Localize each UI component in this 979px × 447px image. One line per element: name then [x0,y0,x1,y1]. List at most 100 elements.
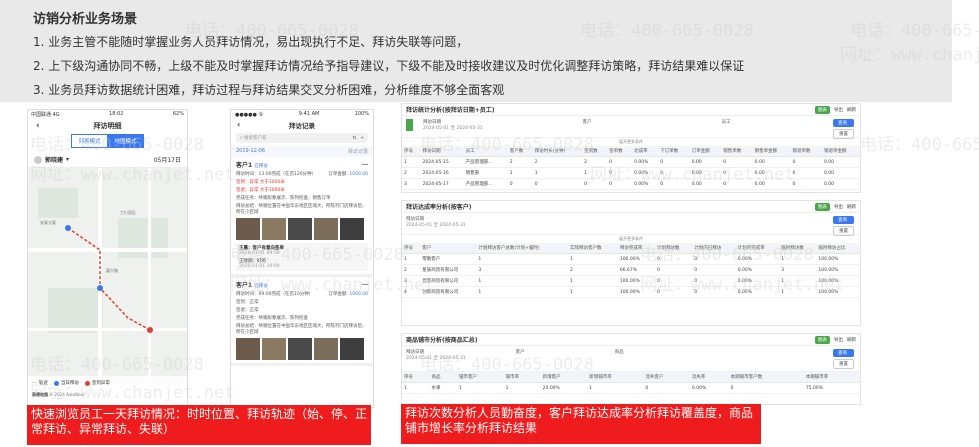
column-header[interactable]: 新增铺市率 [587,372,644,383]
search-button[interactable]: 查询 [833,216,854,224]
map-view[interactable]: 安泰大厦 工行园区 嘉兴路 [28,168,187,383]
table-cell: 1 [568,286,618,298]
export-button[interactable]: 导出 [834,337,843,343]
product-filter[interactable]: 商品 [615,349,624,355]
column-header[interactable]: 铺市客户 [457,372,504,383]
search-input[interactable]: ⌕ 搜索客户名 ⇅ + [236,133,368,143]
column-header[interactable]: 序号 [402,372,430,383]
column-header[interactable]: 销售单金额 [752,146,791,157]
table-row[interactable]: 2 2024-05-16 销售部 1 1 1 0 0.00% 0 0.00 0 0.00 0 0.00 [402,167,860,179]
column-header[interactable]: 新增客户 [540,372,588,383]
table-row[interactable]: 3 佳客商贸有限公司 1 1 100.00% 0 0 0.00% 1 100.00% [402,275,860,287]
refresh-button[interactable]: 刷新 [847,204,856,210]
table-row[interactable]: 4 创新商贸有限公司 1 1 100.00% 0 0 0.00% 1 100.00% [402,286,860,298]
employee-filter[interactable]: 员工 [722,119,731,125]
date-range-input[interactable]: 2024-05-01 至 2024-05-31 [406,355,466,361]
column-header[interactable]: 临时拜访数 [779,243,817,254]
user-row[interactable]: 郭晓建 ▾ 05月17日 [28,152,187,168]
map-legend: --- 轨迹 当日拜访 签到异常 [28,376,187,390]
table-cell: 66.67% [617,264,656,276]
mode-tabs: 列表模式 地图模式 [28,134,187,148]
photo-thumbnail[interactable] [340,218,364,240]
column-header[interactable]: 签单数 [607,146,633,157]
column-header[interactable]: 本期铺市率 [803,372,860,383]
visit-marker[interactable] [97,285,103,291]
column-header[interactable]: 拜访完成率 [617,243,656,254]
column-header[interactable]: 订单金额 [689,146,722,157]
chart-toggle[interactable]: 图表 [815,105,830,114]
visit-marker[interactable] [65,225,71,231]
expand-filters-link[interactable]: 展开更多条件 [402,235,860,243]
column-header[interactable]: 销退单金额 [822,146,860,157]
column-header[interactable]: 下订单数 [658,146,690,157]
column-header[interactable]: 序号 [402,146,421,157]
visit-card[interactable]: 客户1 已拜访 … 拜访时间：09:00完成（在店10分钟） 订单金额: 1000… [231,277,373,366]
table-cell: 0 [721,178,753,190]
column-header[interactable]: 拜访日期 [420,146,464,157]
table-row[interactable]: 1 零散客户 1 1 100.00% 0 0 0.00% 1 100.00% [402,253,860,265]
column-header[interactable]: 计划拜访数 [655,243,693,254]
column-header[interactable]: 流失客户 [643,372,690,383]
chart-toggle[interactable]: 图表 [815,335,830,344]
date-range-input[interactable]: 2024-05-01 至 2024-05-31 [406,222,466,228]
tab-list-mode[interactable]: 列表模式 [71,134,108,148]
column-header[interactable]: 达成率 [632,146,659,157]
date-range-input[interactable]: 2024-05-01 至 2024-05-31 [423,125,483,131]
table-cell: 0 [692,264,736,276]
column-header[interactable]: 员工 [463,146,508,157]
reset-button[interactable]: 重置 [833,129,854,139]
add-icon[interactable]: + [360,136,364,141]
column-header[interactable]: 销退单数 [790,146,822,157]
column-header[interactable]: 实际拜访客户数 [568,243,618,254]
column-header[interactable]: 商品 [429,372,458,383]
table-row[interactable]: 2 星辰商贸有限公司 3 2 66.67% 0 0 0.00% 3 100.00% [402,264,860,276]
photo-thumbnail[interactable] [236,218,260,240]
column-header[interactable]: 销售单数 [721,146,753,157]
customer-filter[interactable]: 客户 [516,349,525,355]
column-header[interactable]: 序号 [402,243,421,254]
table-row[interactable]: 3 2024-05-17 产品管理部... 0 0 0 0 0.00% 0 0.00 0 0.00 0 0… [402,178,860,190]
visit-card[interactable]: 客户1 已拜访 … 拜访时间：13:00完成（在店120分钟） 订单金额: 100… [231,157,373,277]
column-header[interactable]: 铺市率 [503,372,541,383]
photo-thumbnail[interactable] [288,218,312,240]
table-row[interactable]: 1 2024-05-15 产品管理部... 2 2 2 0 0.00% 0 0.00 0 0.00 0 0… [402,156,860,168]
filter-toggle-icon[interactable] [406,119,413,131]
back-icon[interactable]: ‹ [237,120,240,129]
tab-map-mode[interactable]: 地图模式 [107,134,144,148]
date-label[interactable]: 05月17日 [154,155,181,164]
more-icon[interactable]: … [362,160,368,169]
column-header[interactable]: 流失率 [689,372,729,383]
chart-toggle[interactable]: 图表 [815,202,830,211]
export-button[interactable]: 导出 [834,204,843,210]
column-header[interactable]: 计划内已拜访 [692,243,736,254]
refresh-button[interactable]: 刷新 [847,337,856,343]
export-button[interactable]: 导出 [834,107,843,113]
photo-thumbnail[interactable] [314,338,338,360]
photo-thumbnail[interactable] [314,218,338,240]
photo-thumbnail[interactable] [236,338,260,360]
abnormal-marker[interactable] [147,327,153,333]
customer-filter[interactable]: 客户 [583,119,592,125]
refresh-button[interactable]: 刷新 [847,107,856,113]
column-header[interactable]: 客户 [420,243,477,254]
column-header[interactable]: 临时拜访占比 [816,243,860,254]
column-header[interactable]: 本期铺市客户数 [728,372,804,383]
column-header[interactable]: 计划内完成率 [735,243,780,254]
expand-filters-link[interactable]: 展开更多条件 [402,138,860,146]
search-button[interactable]: 查询 [833,349,854,357]
table-row[interactable]: 1 水果 1 1 20.00% 1 0 0.00% 0 75.00% [402,382,860,394]
more-icon[interactable]: … [362,280,368,289]
photo-thumbnail[interactable] [340,338,364,360]
back-icon[interactable]: ‹ [36,121,40,131]
reset-button[interactable]: 重置 [833,359,854,369]
column-header[interactable]: 客户数 [507,146,533,157]
photo-thumbnail[interactable] [262,338,286,360]
column-header[interactable]: 计划拜访客户总数(计划+临时) [476,243,568,254]
column-header[interactable]: 签到数 [582,146,608,157]
photo-thumbnail[interactable] [288,338,312,360]
photo-thumbnail[interactable] [262,218,286,240]
column-header[interactable]: 拜访时长(分钟) [532,146,583,157]
filter-icon[interactable]: ⇅ [352,136,356,141]
reset-button[interactable]: 重置 [833,226,854,236]
search-button[interactable]: 查询 [833,119,854,127]
